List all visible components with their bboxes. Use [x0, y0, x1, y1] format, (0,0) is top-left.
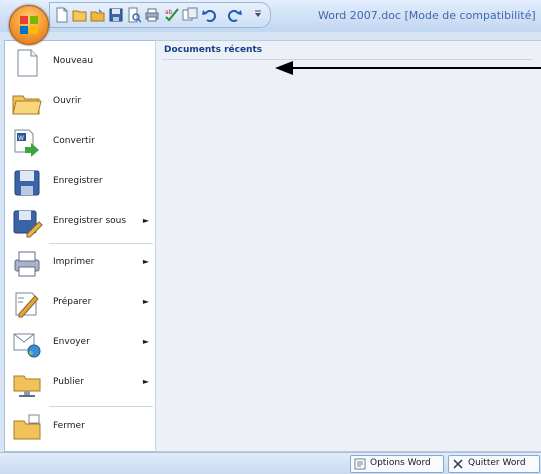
- office-menu-footer: Options Word Quitter Word: [0, 452, 541, 474]
- word-options-button[interactable]: Options Word: [350, 455, 444, 473]
- print-preview-icon[interactable]: [126, 7, 142, 23]
- menu-item-label: Convertir: [53, 136, 95, 146]
- redo-icon[interactable]: [226, 7, 242, 23]
- open-folder-icon: [12, 95, 42, 115]
- open-icon[interactable]: [90, 7, 106, 23]
- menu-separator: [49, 406, 153, 407]
- options-icon: [354, 458, 366, 470]
- menu-item-publier[interactable]: Publier ►: [5, 364, 155, 404]
- menu-item-fermer[interactable]: Fermer: [5, 408, 155, 448]
- spelling-icon[interactable]: ab: [164, 7, 180, 23]
- menu-item-label: Enregistrer sous: [53, 216, 127, 226]
- window-title: Word 2007.doc [Mode de compatibilité]: [318, 9, 536, 22]
- menu-item-enregistrer[interactable]: Enregistrer: [5, 163, 155, 203]
- menu-item-label: Publier: [53, 377, 84, 387]
- menu-item-label: Enregistrer: [53, 176, 103, 186]
- new-document-icon: [17, 49, 38, 77]
- quit-word-button[interactable]: Quitter Word: [448, 455, 540, 473]
- office-button[interactable]: [9, 5, 49, 45]
- save-icon: [14, 170, 40, 196]
- svg-text:W: W: [18, 135, 24, 142]
- menu-item-ouvrir[interactable]: Ouvrir: [5, 83, 155, 123]
- save-as-icon: [13, 210, 43, 238]
- save-icon[interactable]: [108, 7, 124, 23]
- menu-item-convertir[interactable]: W Convertir: [5, 123, 155, 163]
- research-icon[interactable]: [182, 7, 198, 23]
- close-folder-icon: [13, 414, 41, 440]
- print-icon[interactable]: [144, 7, 160, 23]
- open-folder-icon[interactable]: [72, 7, 88, 23]
- menu-item-label: Préparer: [53, 297, 92, 307]
- convert-icon: W: [14, 129, 39, 157]
- recent-documents-panel: Documents récents: [155, 40, 541, 452]
- submenu-arrow-icon: ►: [142, 337, 149, 346]
- quick-access-toolbar: ab: [49, 2, 271, 28]
- close-icon: [453, 459, 463, 469]
- customize-dropdown-icon[interactable]: [250, 7, 266, 23]
- menu-item-nouveau[interactable]: Nouveau: [5, 43, 155, 83]
- publish-icon: [13, 375, 41, 397]
- undo-icon[interactable]: [202, 7, 218, 23]
- printer-icon: [14, 251, 40, 277]
- submenu-arrow-icon: ►: [142, 257, 149, 266]
- menu-item-label: Ouvrir: [53, 96, 82, 106]
- prepare-icon: [15, 292, 39, 318]
- office-menu-commands: Nouveau Ouvrir W Convertir Enregistrer E…: [4, 40, 156, 452]
- submenu-arrow-icon: ►: [142, 216, 149, 225]
- svg-text:ab: ab: [165, 9, 173, 16]
- new-document-icon[interactable]: [54, 7, 70, 23]
- menu-item-enregistrer-sous[interactable]: Enregistrer sous ►: [5, 203, 155, 243]
- menu-item-preparer[interactable]: Préparer ►: [5, 284, 155, 324]
- menu-item-label: Fermer: [53, 421, 85, 431]
- menu-item-imprimer[interactable]: Imprimer ►: [5, 244, 155, 284]
- menu-item-label: Nouveau: [53, 56, 94, 66]
- menu-item-label: Envoyer: [53, 337, 90, 347]
- menu-item-envoyer[interactable]: Envoyer ►: [5, 324, 155, 364]
- menu-item-label: Imprimer: [53, 257, 95, 267]
- office-logo-icon: [20, 16, 38, 34]
- recent-documents-header: Documents récents: [164, 45, 263, 55]
- quit-word-label: Quitter Word: [468, 458, 526, 468]
- submenu-arrow-icon: ►: [142, 297, 149, 306]
- title-bar: ab Word 2007.doc [Mode de compatibilité]: [0, 0, 541, 33]
- word-options-label: Options Word: [370, 458, 431, 468]
- submenu-arrow-icon: ►: [142, 377, 149, 386]
- send-icon: [13, 333, 41, 358]
- annotation-arrow-icon: [275, 61, 541, 75]
